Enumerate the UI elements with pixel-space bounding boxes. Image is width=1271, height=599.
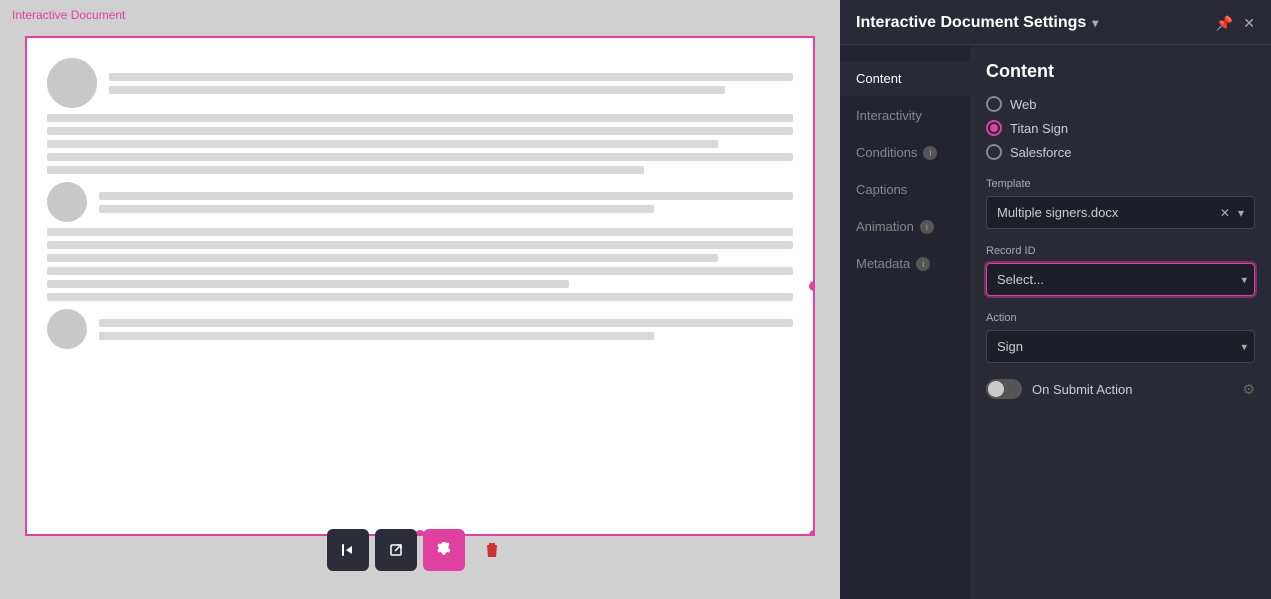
doc-content <box>47 58 793 355</box>
delete-button[interactable] <box>471 529 513 571</box>
template-field-group: Template Multiple signers.docx ✕ ▾ <box>986 178 1255 229</box>
doc-line <box>47 254 718 262</box>
template-chevron-icon[interactable]: ▾ <box>1238 206 1244 220</box>
panel-title: Interactive Document Settings ▾ <box>856 14 1098 32</box>
metadata-info-icon: i <box>916 257 930 271</box>
nav-item-conditions[interactable]: Conditions i <box>840 135 970 170</box>
on-submit-settings-icon[interactable]: ⚙ <box>1242 381 1255 398</box>
panel-nav: Content Interactivity Conditions i Capti… <box>840 45 970 599</box>
panel-header-icons: 📌 ✕ <box>1216 15 1255 32</box>
document-preview <box>25 36 815 536</box>
radio-web[interactable]: Web <box>986 96 1255 112</box>
template-label: Template <box>986 178 1255 190</box>
panel-header: Interactive Document Settings ▾ 📌 ✕ <box>840 0 1271 45</box>
pin-icon[interactable]: 📌 <box>1216 15 1233 32</box>
doc-line <box>47 166 644 174</box>
panel-content: Content Web Titan Sign Salesforce Temp <box>970 45 1271 599</box>
nav-item-interactivity[interactable]: Interactivity <box>840 98 970 133</box>
lines-block-1 <box>47 114 793 174</box>
doc-line <box>109 86 725 94</box>
collapse-button[interactable] <box>327 529 369 571</box>
settings-button[interactable] <box>423 529 465 571</box>
canvas-label: Interactive Document <box>12 8 125 22</box>
radio-label-web: Web <box>1010 97 1037 112</box>
doc-line <box>47 293 793 301</box>
radio-label-salesforce: Salesforce <box>1010 145 1071 160</box>
external-link-button[interactable] <box>375 529 417 571</box>
nav-item-metadata[interactable]: Metadata i <box>840 246 970 281</box>
resize-handle-corner[interactable] <box>809 530 815 536</box>
template-field[interactable]: Multiple signers.docx ✕ ▾ <box>986 196 1255 229</box>
nav-item-captions[interactable]: Captions <box>840 172 970 207</box>
on-submit-row: On Submit Action ⚙ <box>986 379 1255 399</box>
doc-line <box>47 153 793 161</box>
radio-label-titan-sign: Titan Sign <box>1010 121 1068 136</box>
nav-label-captions: Captions <box>856 182 907 197</box>
doc-line <box>47 267 793 275</box>
doc-avatar-1 <box>47 58 97 108</box>
radio-circle-salesforce <box>986 144 1002 160</box>
action-field-group: Action Sign ▾ <box>986 312 1255 363</box>
content-section-title: Content <box>986 61 1255 82</box>
close-icon[interactable]: ✕ <box>1243 15 1255 32</box>
doc-avatar-2 <box>47 182 87 222</box>
doc-line <box>47 127 793 135</box>
doc-line <box>47 114 793 122</box>
template-field-value: Multiple signers.docx <box>997 205 1118 220</box>
resize-handle-right[interactable] <box>809 281 815 291</box>
toolbar <box>327 529 513 571</box>
record-id-label: Record ID <box>986 245 1255 257</box>
template-field-inner: Multiple signers.docx ✕ ▾ <box>997 205 1244 220</box>
radio-group-content-type: Web Titan Sign Salesforce <box>986 96 1255 160</box>
doc-line <box>47 241 793 249</box>
settings-panel: Interactive Document Settings ▾ 📌 ✕ Cont… <box>840 0 1271 599</box>
nav-label-conditions: Conditions <box>856 145 917 160</box>
doc-row-1 <box>47 58 793 108</box>
nav-label-content: Content <box>856 71 902 86</box>
radio-circle-titan-sign <box>986 120 1002 136</box>
action-select[interactable]: Sign <box>986 330 1255 363</box>
template-clear-icon[interactable]: ✕ <box>1220 206 1230 220</box>
doc-lines-1 <box>109 73 793 94</box>
nav-label-animation: Animation <box>856 219 914 234</box>
record-id-select[interactable]: Select... <box>986 263 1255 296</box>
doc-lines-3 <box>99 319 793 340</box>
doc-row-2 <box>47 182 793 222</box>
chevron-down-icon: ▾ <box>1092 16 1098 30</box>
doc-line <box>47 280 569 288</box>
radio-titan-sign[interactable]: Titan Sign <box>986 120 1255 136</box>
canvas-area: Interactive Document <box>0 0 840 599</box>
radio-circle-web <box>986 96 1002 112</box>
action-select-wrapper: Sign ▾ <box>986 330 1255 363</box>
nav-label-metadata: Metadata <box>856 256 910 271</box>
animation-info-icon: i <box>920 220 934 234</box>
doc-line <box>99 332 654 340</box>
conditions-info-icon: i <box>923 146 937 160</box>
doc-line <box>47 140 718 148</box>
on-submit-label: On Submit Action <box>1032 382 1132 397</box>
doc-line <box>47 228 793 236</box>
doc-avatar-3 <box>47 309 87 349</box>
nav-item-content[interactable]: Content <box>840 61 970 96</box>
radio-salesforce[interactable]: Salesforce <box>986 144 1255 160</box>
doc-line <box>99 205 654 213</box>
doc-line <box>99 319 793 327</box>
doc-row-3 <box>47 309 793 349</box>
nav-label-interactivity: Interactivity <box>856 108 922 123</box>
doc-line <box>109 73 793 81</box>
panel-title-text: Interactive Document Settings <box>856 14 1086 32</box>
action-label: Action <box>986 312 1255 324</box>
on-submit-toggle[interactable] <box>986 379 1022 399</box>
nav-item-animation[interactable]: Animation i <box>840 209 970 244</box>
panel-body: Content Interactivity Conditions i Capti… <box>840 45 1271 599</box>
template-field-icons: ✕ ▾ <box>1220 206 1244 220</box>
record-id-select-wrapper: Select... ▾ <box>986 263 1255 296</box>
record-id-field-group: Record ID Select... ▾ <box>986 245 1255 296</box>
doc-lines-2 <box>99 192 793 213</box>
lines-block-2 <box>47 228 793 301</box>
doc-line <box>99 192 793 200</box>
